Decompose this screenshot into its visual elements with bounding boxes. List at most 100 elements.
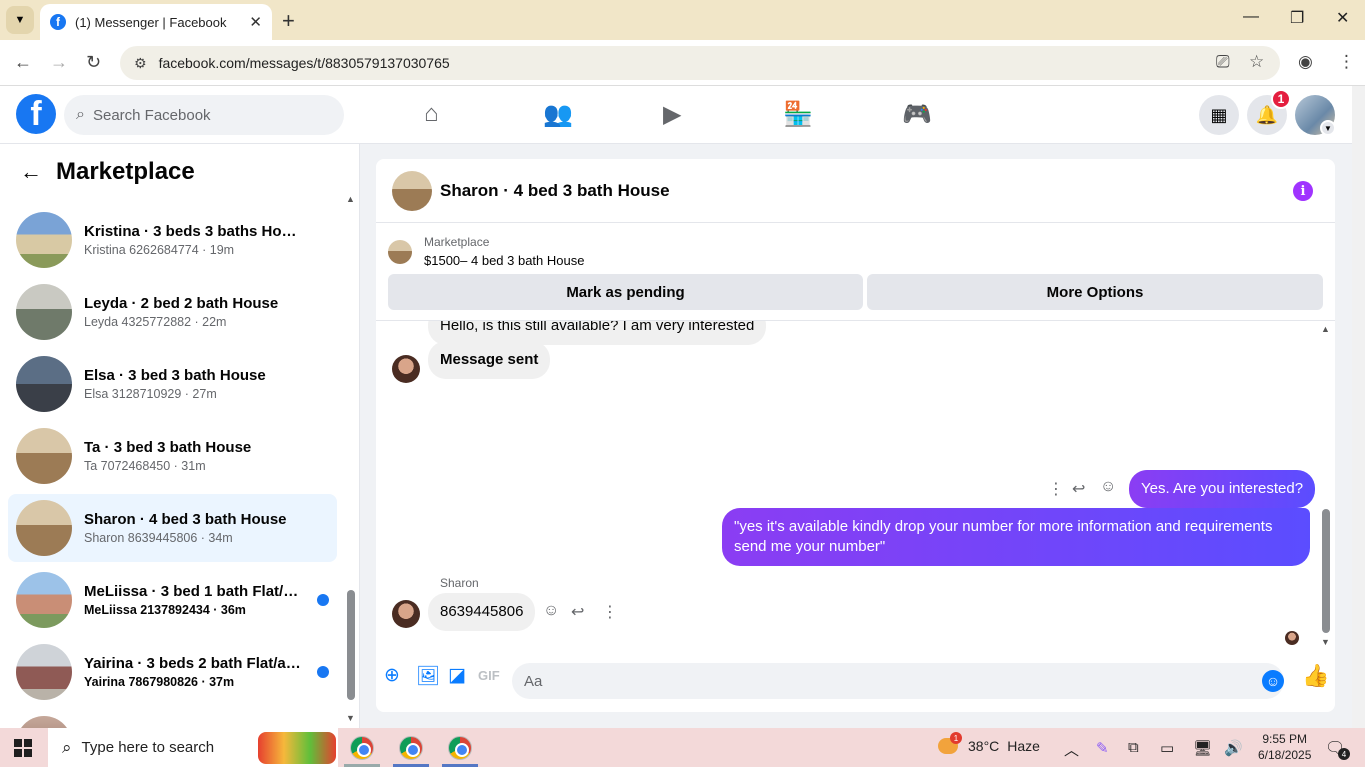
- list-item[interactable]: [8, 710, 337, 728]
- browser-tab[interactable]: f (1) Messenger | Facebook ✕: [40, 4, 272, 40]
- photo-icon[interactable]: 🖼: [416, 664, 440, 688]
- outgoing-message[interactable]: "yes it's available kindly drop your num…: [722, 508, 1310, 566]
- scroll-down-arrow-icon[interactable]: ▼: [1321, 637, 1330, 647]
- friends-icon[interactable]: 👥: [543, 100, 573, 129]
- notification-badge: 1: [1271, 89, 1291, 109]
- pen-icon[interactable]: ✎: [1096, 739, 1109, 757]
- sidebar-header: ← Marketplace: [0, 144, 345, 200]
- facebook-logo-icon[interactable]: f: [16, 94, 56, 134]
- plus-circle-icon[interactable]: ⊕: [384, 664, 400, 687]
- sender-avatar: [392, 355, 420, 383]
- reload-icon[interactable]: ↻: [86, 52, 101, 73]
- forward-arrow-icon[interactable]: →: [50, 52, 68, 73]
- page-scrollbar[interactable]: [1352, 86, 1365, 728]
- taskbar-search-placeholder: Type here to search: [81, 739, 215, 756]
- chat-title[interactable]: Sharon · 4 bed 3 bath House: [440, 181, 670, 201]
- info-icon[interactable]: i: [1293, 181, 1313, 201]
- message-input[interactable]: Aa: [512, 663, 1284, 699]
- facebook-search-input[interactable]: ⌕ Search Facebook: [64, 95, 344, 135]
- chrome-icon[interactable]: [399, 736, 423, 760]
- weather-badge: 1: [950, 732, 962, 744]
- listing-thumbnail: [16, 644, 72, 700]
- listing-thumbnail: [16, 716, 72, 728]
- back-arrow-icon[interactable]: ←: [20, 159, 42, 185]
- seen-receipt-avatar: [1285, 631, 1299, 645]
- windows-start-icon[interactable]: [14, 739, 32, 757]
- more-vertical-icon[interactable]: ⋮: [1048, 479, 1064, 499]
- listing-thumbnail: [16, 212, 72, 268]
- thumbs-up-icon[interactable]: 👍: [1302, 663, 1329, 689]
- message-placeholder: Aa: [524, 672, 543, 690]
- more-vertical-icon[interactable]: ⋮: [602, 602, 618, 622]
- listing-label: Marketplace: [424, 235, 490, 249]
- battery-icon[interactable]: ▭: [1160, 739, 1174, 757]
- install-app-icon[interactable]: ⎚: [1216, 52, 1230, 72]
- weather-widget[interactable]: 1 38°C Haze: [938, 732, 1040, 754]
- system-clock[interactable]: 9:55 PM 6/18/2025: [1258, 731, 1311, 763]
- video-icon[interactable]: ▶: [663, 100, 681, 129]
- profile-account-icon[interactable]: ◉: [1298, 52, 1313, 72]
- sticker-icon[interactable]: ◪: [448, 664, 466, 687]
- mark-as-pending-button[interactable]: Mark as pending: [388, 274, 863, 310]
- facebook-favicon-icon: f: [50, 14, 66, 30]
- list-item[interactable]: Yairina · 3 beds 2 bath Flat/ap... Yairin…: [8, 638, 337, 706]
- browser-tab-bar: ▼ f (1) Messenger | Facebook ✕ + — ❐ ✕: [0, 0, 1365, 40]
- bookmark-star-icon[interactable]: ☆: [1249, 52, 1264, 72]
- outgoing-message[interactable]: Yes. Are you interested?: [1129, 470, 1316, 508]
- facebook-header: f ⌕ Search Facebook ⌂ 👥 ▶ 🏪 🎮 ▦ 🔔: [0, 86, 1352, 144]
- incoming-message[interactable]: 8639445806: [428, 593, 536, 631]
- volume-icon[interactable]: 🔊: [1224, 739, 1243, 757]
- url-text: facebook.com/messages/t/8830579137030765: [158, 55, 450, 71]
- list-item[interactable]: Leyda · 2 bed 2 bath House Leyda 43257728…: [8, 278, 337, 346]
- window-close-icon[interactable]: ✕: [1336, 8, 1349, 28]
- conversation-preview: Leyda 4325772882 · 22m: [84, 315, 227, 329]
- more-options-button[interactable]: More Options: [867, 274, 1323, 310]
- restore-icon[interactable]: ❐: [1290, 8, 1304, 28]
- home-icon[interactable]: ⌂: [424, 100, 439, 128]
- emoji-icon[interactable]: ☺: [1262, 670, 1284, 692]
- address-bar[interactable]: ⚙ facebook.com/messages/t/88305791370307…: [120, 46, 1280, 80]
- tab-close-icon[interactable]: ✕: [249, 13, 262, 31]
- conversation-preview: Kristina 6262684774 · 19m: [84, 243, 235, 257]
- chrome-icon[interactable]: [350, 736, 374, 760]
- list-item[interactable]: Elsa · 3 bed 3 bath House Elsa 3128710929…: [8, 350, 337, 418]
- listing-price: $1500– 4 bed 3 bath House: [424, 253, 585, 268]
- menu-grid-icon[interactable]: ▦: [1199, 95, 1239, 135]
- incoming-message[interactable]: Message sent: [428, 341, 551, 379]
- account-chevron-icon[interactable]: ▼: [1320, 120, 1336, 136]
- scroll-down-arrow-icon[interactable]: ▼: [346, 713, 355, 723]
- chrome-icon[interactable]: [448, 736, 472, 760]
- tab-title: (1) Messenger | Facebook: [75, 14, 227, 30]
- list-item[interactable]: Kristina · 3 beds 3 baths House Kristina …: [8, 206, 337, 274]
- gaming-icon[interactable]: 🎮: [902, 100, 932, 129]
- site-settings-icon[interactable]: ⚙: [134, 55, 147, 72]
- chat-header: Sharon · 4 bed 3 bath House: [376, 159, 1335, 223]
- sidebar-scrollbar[interactable]: [347, 590, 355, 700]
- list-item[interactable]: Ta · 3 bed 3 bath House Ta 7072468450 · 3…: [8, 422, 337, 490]
- list-item-active[interactable]: Sharon · 4 bed 3 bath House Sharon 863944…: [8, 494, 337, 562]
- listing-summary[interactable]: Marketplace $1500– 4 bed 3 bath House: [388, 235, 584, 268]
- list-item[interactable]: MeLiissa · 3 bed 1 bath Flat/ap... MeLiis…: [8, 566, 337, 634]
- conversation-name: Kristina · 3 beds 3 baths House: [84, 223, 304, 240]
- browser-toolbar: ← → ↻ ⚙ facebook.com/messages/t/88305791…: [0, 40, 1365, 86]
- network-icon[interactable]: 🖥: [1193, 739, 1212, 757]
- reply-icon[interactable]: ↩: [571, 602, 584, 622]
- reply-icon[interactable]: ↩: [1072, 479, 1085, 499]
- scroll-up-arrow-icon[interactable]: ▲: [346, 194, 355, 204]
- new-tab-icon[interactable]: +: [282, 8, 295, 34]
- browser-menu-icon[interactable]: ⋮: [1338, 52, 1355, 72]
- marketplace-icon[interactable]: 🏪: [783, 100, 813, 129]
- tray-chevron-up-icon[interactable]: ︿: [1064, 739, 1079, 760]
- react-smiley-icon[interactable]: ☺: [1100, 478, 1116, 496]
- message-thread: Hello, is this still available? I am ver…: [376, 321, 1335, 651]
- gif-icon[interactable]: GIF: [478, 668, 500, 683]
- conversation-name: Ta · 3 bed 3 bath House: [84, 439, 252, 456]
- back-arrow-icon[interactable]: ←: [14, 52, 32, 73]
- meet-now-icon[interactable]: ⧉: [1128, 739, 1139, 756]
- react-smiley-icon[interactable]: ☺: [543, 602, 559, 620]
- chat-avatar[interactable]: [392, 170, 432, 211]
- minimize-icon[interactable]: —: [1243, 8, 1259, 26]
- scroll-up-arrow-icon[interactable]: ▲: [1321, 324, 1330, 334]
- tab-search-dropdown[interactable]: ▼: [6, 6, 34, 34]
- chat-scrollbar[interactable]: [1322, 509, 1330, 633]
